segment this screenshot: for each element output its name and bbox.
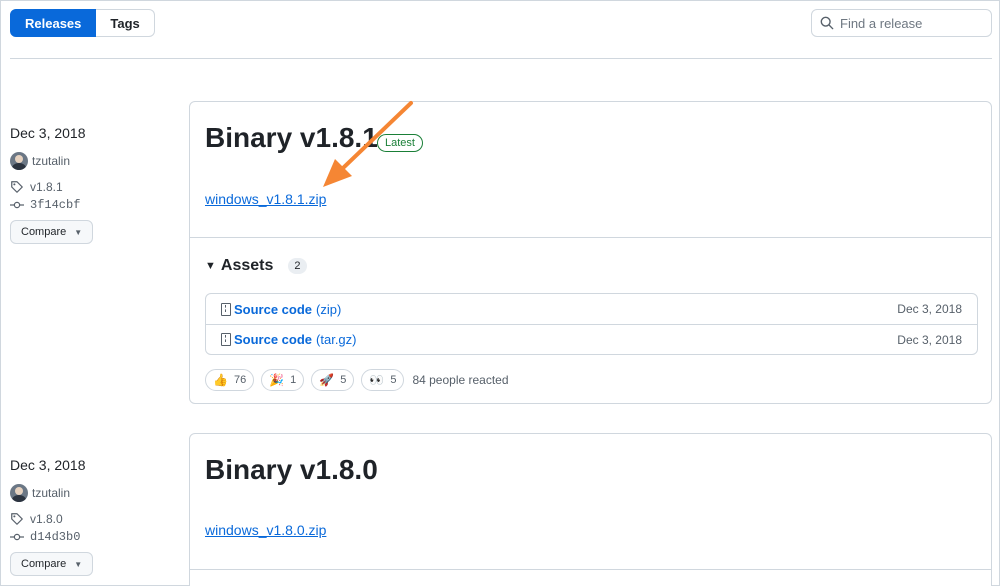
reaction-hooray[interactable]: 🎉 1 [261, 369, 305, 391]
release-date: Dec 3, 2018 [10, 457, 86, 473]
reactions-bar: 👍 76 🎉 1 🚀 5 👀 5 84 people reacted [205, 369, 509, 391]
commit-sha[interactable]: d14d3b0 [30, 530, 80, 544]
find-release-search[interactable] [811, 9, 992, 37]
eyes-icon: 👀 [369, 373, 385, 387]
reactions-summary[interactable]: 84 people reacted [412, 373, 508, 387]
reaction-count: 1 [290, 374, 297, 386]
release-download-link[interactable]: windows_v1.8.1.zip [205, 191, 326, 207]
releases-page: Releases Tags Dec 3, 2018 tzutalin v1.8.… [0, 0, 1000, 586]
reaction-eyes[interactable]: 👀 5 [361, 369, 405, 391]
tab-tags[interactable]: Tags [96, 9, 155, 37]
release-date: Dec 3, 2018 [10, 125, 86, 141]
file-zip-icon [221, 333, 231, 346]
release-card: Binary v1.8.1 Latest windows_v1.8.1.zip … [189, 101, 992, 404]
compare-label: Compare [21, 558, 67, 570]
rocket-icon: 🚀 [319, 373, 335, 387]
divider [10, 58, 992, 59]
divider [190, 237, 991, 238]
release-meta-sidebar: Dec 3, 2018 tzutalin v1.8.0 d14d3b0 Comp… [10, 457, 180, 576]
author-name[interactable]: tzutalin [32, 154, 70, 168]
release-meta-sidebar: Dec 3, 2018 tzutalin v1.8.1 3f14cbf Comp… [10, 125, 180, 244]
reaction-thumbs-up[interactable]: 👍 76 [205, 369, 255, 391]
file-zip-icon [221, 302, 231, 316]
tag-name[interactable]: v1.8.1 [30, 180, 63, 194]
release-card: Binary v1.8.0 windows_v1.8.0.zip [189, 433, 992, 586]
git-commit-icon [10, 533, 24, 541]
release-author[interactable]: tzutalin [10, 152, 180, 170]
assets-list: Source code (zip) Dec 3, 2018 Source cod… [205, 293, 978, 355]
divider [190, 569, 991, 570]
search-icon [820, 16, 834, 30]
commit-sha[interactable]: 3f14cbf [30, 198, 80, 212]
assets-count-badge: 2 [288, 258, 307, 274]
tag-icon [11, 513, 23, 525]
asset-name[interactable]: Source code [234, 302, 312, 317]
release-author[interactable]: tzutalin [10, 484, 180, 502]
assets-heading: Assets [220, 257, 274, 274]
chevron-down-icon: ▼ [74, 559, 83, 569]
triangle-down-icon: ▼ [205, 260, 216, 272]
asset-date: Dec 3, 2018 [897, 332, 962, 347]
reaction-count: 76 [233, 374, 247, 386]
release-tag[interactable]: v1.8.1 [10, 180, 180, 194]
release-commit[interactable]: 3f14cbf [10, 198, 180, 212]
asset-date: Dec 3, 2018 [897, 302, 962, 316]
compare-button[interactable]: Compare ▼ [10, 220, 94, 244]
release-commit[interactable]: d14d3b0 [10, 530, 180, 544]
tab-releases[interactable]: Releases [10, 9, 97, 37]
compare-label: Compare [21, 226, 67, 238]
tag-name[interactable]: v1.8.0 [30, 512, 63, 526]
reaction-rocket[interactable]: 🚀 5 [311, 369, 355, 391]
author-name[interactable]: tzutalin [32, 486, 70, 500]
release-title[interactable]: Binary v1.8.1 [205, 122, 378, 154]
avatar [10, 152, 28, 170]
release-title[interactable]: Binary v1.8.0 [205, 454, 378, 486]
asset-row[interactable]: Source code (zip) Dec 3, 2018 [206, 294, 977, 324]
thumbs-up-icon: 👍 [213, 373, 228, 387]
avatar [10, 484, 28, 502]
chevron-down-icon: ▼ [74, 227, 83, 237]
reaction-count: 5 [390, 374, 397, 386]
assets-toggle[interactable]: ▼ Assets 2 [205, 257, 307, 275]
compare-button[interactable]: Compare ▼ [10, 552, 94, 576]
latest-badge: Latest [377, 134, 423, 152]
asset-format[interactable]: (zip) [316, 302, 341, 317]
asset-name[interactable]: Source code [234, 332, 312, 347]
asset-row[interactable]: Source code (tar.gz) Dec 3, 2018 [206, 324, 977, 354]
reaction-count: 5 [340, 374, 347, 386]
tag-icon [11, 181, 23, 193]
releases-tags-tabs: Releases Tags [10, 9, 155, 37]
party-popper-icon: 🎉 [269, 373, 285, 387]
git-commit-icon [10, 201, 24, 209]
release-tag[interactable]: v1.8.0 [10, 512, 180, 526]
release-download-link[interactable]: windows_v1.8.0.zip [205, 522, 326, 538]
asset-format[interactable]: (tar.gz) [316, 332, 356, 347]
search-input[interactable] [840, 15, 980, 31]
